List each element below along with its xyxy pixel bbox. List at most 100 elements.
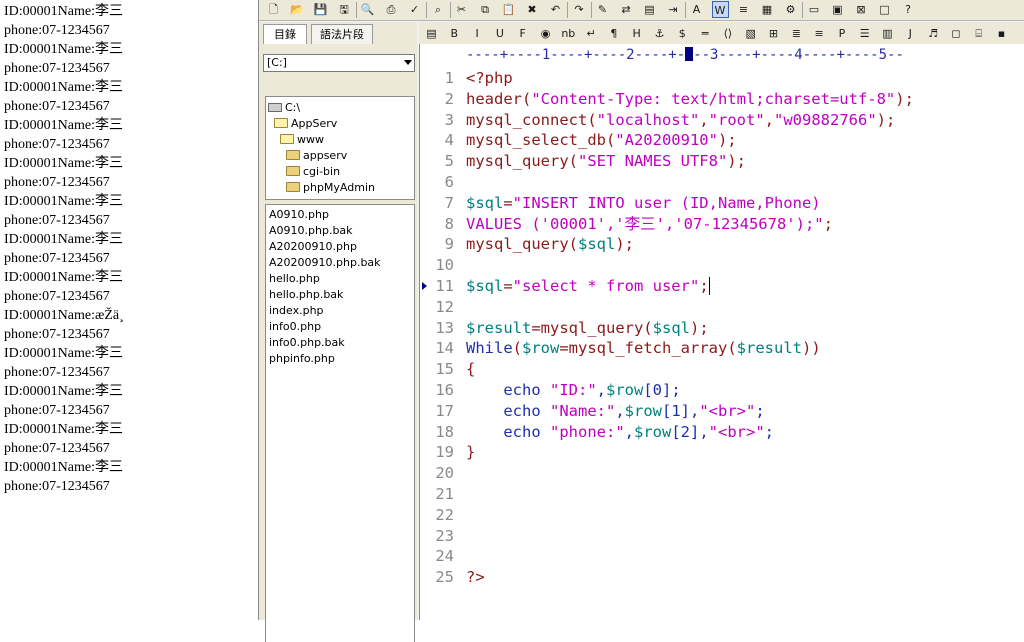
view-icon[interactable]: ▤ [423, 25, 440, 42]
pre-icon[interactable]: P [833, 25, 850, 42]
code-line[interactable]: 18 echo "phone:",$row[2],"<br>"; [420, 422, 1024, 443]
code-line[interactable]: 12 [420, 297, 1024, 318]
code-line[interactable]: 3 mysql_connect("localhost","root","w0988… [420, 110, 1024, 131]
code-line[interactable]: 21 [420, 484, 1024, 505]
redo-icon[interactable]: ↷ [571, 1, 588, 18]
italic-icon[interactable]: I [469, 25, 486, 42]
print-icon[interactable]: ⎙ [383, 1, 400, 18]
chevron-down-icon[interactable] [404, 60, 412, 65]
tree-item[interactable]: phpMyAdmin [286, 181, 375, 195]
code-line[interactable]: 7 $sql="INSERT INTO user (ID,Name,Phone) [420, 193, 1024, 214]
tag-icon[interactable]: ◻ [947, 25, 964, 42]
word-wrap-icon[interactable]: W [711, 1, 729, 18]
frame-icon[interactable]: ⌸ [970, 25, 987, 42]
code-line[interactable]: 4 mysql_select_db("A20200910"); [420, 130, 1024, 151]
list-icon[interactable]: ☰ [856, 25, 873, 42]
code-line[interactable]: 10 [420, 255, 1024, 276]
tree-item[interactable]: AppServ [274, 117, 337, 131]
file-item[interactable]: A20200910.php [269, 239, 357, 255]
center-icon[interactable]: ≣ [788, 25, 805, 42]
code-line[interactable]: 1 <?php [420, 68, 1024, 89]
code-line[interactable]: 8 VALUES ('00001','李三','07-12345678');"; [420, 214, 1024, 235]
tree-item[interactable]: cgi-bin [286, 165, 340, 179]
code-line[interactable]: 2 header("Content-Type: text/html;charset… [420, 89, 1024, 110]
java-icon[interactable]: J [902, 25, 919, 42]
pen-icon[interactable]: ✎ [594, 1, 611, 18]
code-line[interactable]: 16 echo "ID:",$row[0]; [420, 380, 1024, 401]
line-numbers-icon[interactable]: ≡ [735, 1, 752, 18]
nbsp-icon[interactable]: nb [560, 25, 577, 42]
print-preview-icon[interactable]: 🔍 [359, 1, 376, 18]
close-window-icon[interactable]: ⊠ [853, 1, 870, 18]
file-item[interactable]: A20200910.php.bak [269, 255, 381, 271]
new-icon[interactable]: 🗋 [265, 1, 282, 18]
code-line[interactable]: 24 [420, 546, 1024, 567]
code-line[interactable]: 25 ?> [420, 567, 1024, 588]
tab-snippets[interactable]: 語法片段 [311, 24, 373, 44]
font-icon[interactable]: A [688, 1, 705, 18]
replace-icon[interactable]: ⇄ [618, 1, 635, 18]
code-line[interactable]: 15 { [420, 359, 1024, 380]
snippet-icon[interactable]: ▥ [879, 25, 896, 42]
properties-icon[interactable]: ⚙ [782, 1, 799, 18]
enter-icon[interactable]: ↵ [583, 25, 600, 42]
tab-directory[interactable]: 目錄 [263, 24, 307, 44]
comment-icon[interactable]: ⟨⟩ [719, 25, 736, 42]
tree-item[interactable]: appserv [286, 149, 347, 163]
file-item[interactable]: index.php [269, 303, 324, 319]
code-line[interactable]: 22 [420, 505, 1024, 526]
underline-icon[interactable]: U [491, 25, 508, 42]
drive-select[interactable]: [C:] [263, 54, 415, 72]
code-line[interactable]: 20 [420, 463, 1024, 484]
font-tag-icon[interactable]: F [514, 25, 531, 42]
undo-icon[interactable]: ↶ [547, 1, 564, 18]
open-icon[interactable]: 📂 [289, 1, 306, 18]
symbol-icon[interactable]: $ [674, 25, 691, 42]
image-icon[interactable]: ▧ [742, 25, 759, 42]
code-line[interactable]: 14 While($row=mysql_fetch_array($result)) [420, 338, 1024, 359]
script-icon[interactable]: ♬ [925, 25, 942, 42]
ruler-icon[interactable]: ▦ [759, 1, 776, 18]
bold-icon[interactable]: B [446, 25, 463, 42]
tree-item[interactable]: C:\ [268, 101, 300, 115]
tile-icon[interactable]: ▣ [829, 1, 846, 18]
code-line[interactable]: 13 $result=mysql_query($sql); [420, 318, 1024, 339]
file-item[interactable]: A0910.php.bak [269, 223, 353, 239]
code-editor[interactable]: ----+----1----+----2----+- --3----+----4-… [419, 44, 1024, 620]
file-item[interactable]: A0910.php [269, 207, 329, 223]
code-line[interactable]: 5 mysql_query("SET NAMES UTF8"); [420, 151, 1024, 172]
copy-icon[interactable]: ⧉ [477, 1, 494, 18]
window-icon[interactable]: ▭ [806, 1, 823, 18]
file-item[interactable]: hello.php.bak [269, 287, 343, 303]
cut-icon[interactable]: ✂ [453, 1, 470, 18]
full-screen-icon[interactable]: □ [876, 1, 893, 18]
file-item[interactable]: info0.php.bak [269, 335, 345, 351]
color-icon[interactable]: ◉ [537, 25, 554, 42]
paste-special-icon[interactable]: ▤ [641, 1, 658, 18]
code-line[interactable]: 11 $sql="select * from user"; [420, 276, 1024, 297]
file-item[interactable]: info0.php [269, 319, 321, 335]
indent-icon[interactable]: ⇥ [665, 1, 682, 18]
file-item[interactable]: hello.php [269, 271, 320, 287]
save-all-icon[interactable]: 🖫 [336, 1, 353, 18]
paragraph-icon[interactable]: ¶ [605, 25, 622, 42]
code-line[interactable]: 6 [420, 172, 1024, 193]
code-line[interactable]: 9 mysql_query($sql); [420, 234, 1024, 255]
code-line[interactable]: 17 echo "Name:",$row[1],"<br>"; [420, 401, 1024, 422]
code-line[interactable]: 19} [420, 442, 1024, 463]
find-icon[interactable]: ⌕ [430, 1, 447, 18]
delete-icon[interactable]: ✖ [524, 1, 541, 18]
save-icon[interactable]: 💾 [312, 1, 329, 18]
anchor-icon[interactable]: ⚓ [651, 25, 668, 42]
help-icon[interactable]: ? [900, 1, 917, 18]
spell-check-icon[interactable]: ✓ [406, 1, 423, 18]
heading-icon[interactable]: H [628, 25, 645, 42]
file-item[interactable]: phpinfo.php [269, 351, 335, 367]
tree-item[interactable]: www [280, 133, 324, 147]
table-icon[interactable]: ⊞ [765, 25, 782, 42]
code-line[interactable]: 23 [420, 526, 1024, 547]
extra-icon[interactable]: ▪ [993, 25, 1010, 42]
paste-icon[interactable]: 📋 [500, 1, 517, 18]
hr-icon[interactable]: ═ [697, 25, 714, 42]
right-align-icon[interactable]: ≡ [811, 25, 828, 42]
